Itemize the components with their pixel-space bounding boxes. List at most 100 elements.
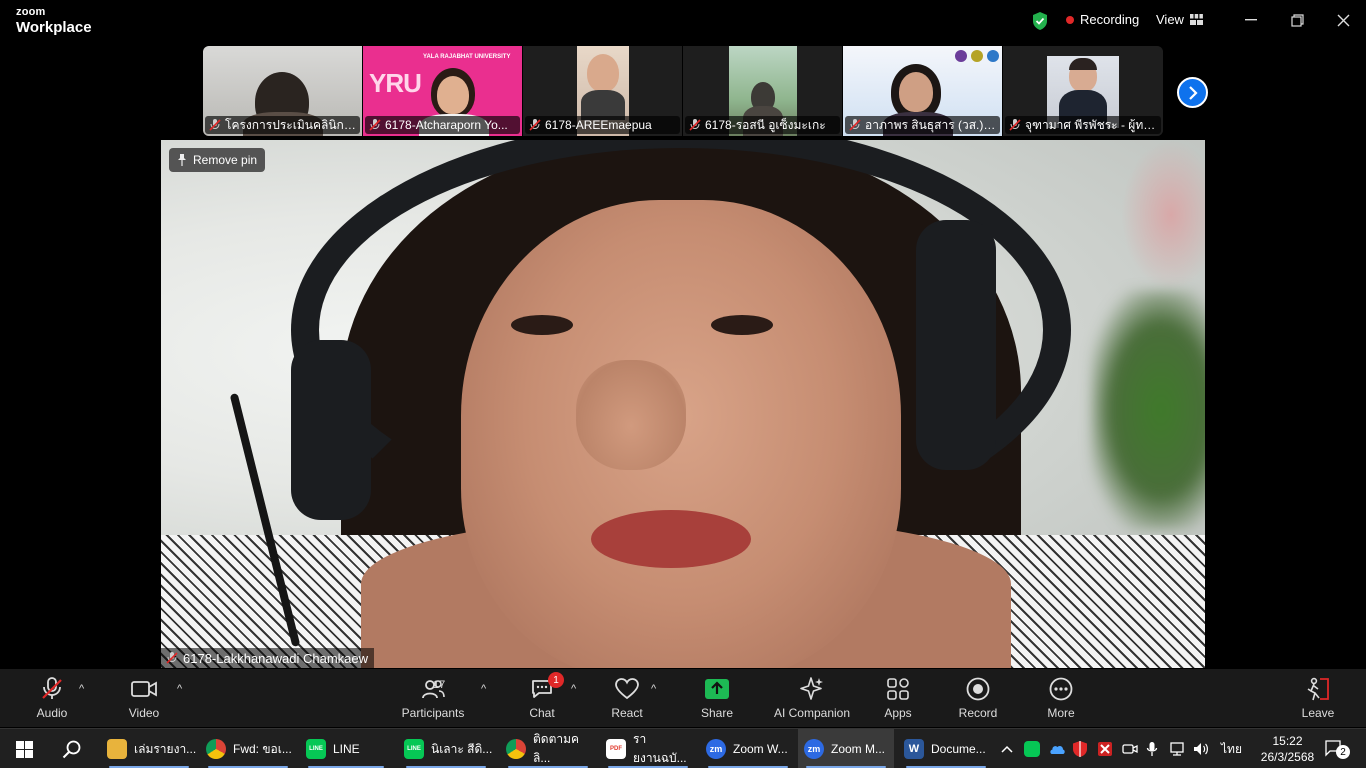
active-speaker-video[interactable]: Remove pin 6178-Lakkhanawadi Chamkaew — [161, 140, 1205, 668]
clock-date: 26/3/2568 — [1260, 750, 1315, 764]
line-icon: LINE — [404, 739, 424, 759]
record-icon — [966, 677, 990, 701]
participant-name: อาภาพร สินธุสาร (วส.)-... — [865, 117, 997, 132]
encryption-shield-icon[interactable] — [1031, 11, 1049, 31]
pdf-icon: PDF — [606, 739, 626, 759]
participant-gallery-strip: โครงการประเมินคลินิกเทค... YALA RAJABHAT… — [203, 46, 1163, 136]
network-icon[interactable] — [1168, 729, 1186, 768]
more-button[interactable]: More — [1016, 675, 1106, 720]
chrome-icon — [506, 739, 526, 759]
taskbar-item[interactable]: ติดตามคลิ... — [500, 729, 596, 768]
taskbar-item-label: Docume... — [931, 742, 986, 756]
clock-time: 15:22 — [1272, 734, 1303, 748]
participant-name: 6178-รอสนี อูเซ็งมะเกะ — [705, 117, 826, 132]
recording-indicator[interactable]: Recording — [1066, 12, 1139, 27]
participant-tile[interactable]: YALA RAJABHAT UNIVERSITY YRU 6178-Atchar… — [363, 46, 523, 136]
react-button[interactable]: React — [582, 675, 672, 720]
meeting-toolbar: Audio ^ Video ^ 17 Participants ^ 1 Chat… — [0, 669, 1366, 727]
participants-options-caret[interactable]: ^ — [481, 683, 486, 695]
next-page-button[interactable] — [1177, 77, 1208, 108]
background-blur — [1091, 290, 1205, 530]
participant-name-label: โครงการประเมินคลินิกเทค... — [205, 116, 360, 134]
speaker-name-label: 6178-Lakkhanawadi Chamkaew — [161, 648, 375, 668]
video-camera-icon — [131, 681, 157, 697]
view-button[interactable]: View — [1156, 12, 1203, 27]
antivirus-icon[interactable] — [1097, 729, 1113, 768]
ai-companion-button[interactable]: AI Companion — [762, 675, 862, 720]
taskbar-item[interactable]: เล่มรายงา... — [101, 729, 197, 768]
participant-tile[interactable]: อาภาพร สินธุสาร (วส.)-... — [843, 46, 1003, 136]
participant-tile[interactable]: จุฑามาศ พีรพัชระ - ผู้ทร... — [1003, 46, 1163, 136]
audio-button[interactable]: Audio — [7, 675, 97, 720]
taskbar-item-label: รายงานฉบั... — [633, 732, 687, 765]
taskbar-item[interactable]: LINE นิเลาะ สีดิ... — [398, 729, 494, 768]
taskbar-item-label: เล่มรายงา... — [134, 741, 197, 756]
title-bar: zoom Workplace Recording View — [0, 0, 1366, 42]
close-icon[interactable] — [1333, 10, 1353, 30]
participant-tile[interactable]: โครงการประเมินคลินิกเทค... — [203, 46, 363, 136]
participant-face — [437, 76, 469, 114]
search-button[interactable] — [56, 729, 88, 768]
speaker-name: 6178-Lakkhanawadi Chamkaew — [183, 650, 369, 666]
brand-bottom: Workplace — [16, 19, 92, 36]
windows-taskbar: เล่มรายงา... Fwd: ขอเ... LINE LINE LINE … — [0, 728, 1366, 768]
microphone-tray-icon[interactable] — [1146, 729, 1158, 768]
minimize-icon[interactable] — [1241, 10, 1261, 30]
grid-view-icon — [1189, 14, 1203, 25]
leave-icon — [1307, 677, 1329, 701]
more-label: More — [1047, 706, 1075, 720]
video-options-caret[interactable]: ^ — [177, 683, 182, 695]
muted-mic-icon — [166, 652, 178, 664]
participant-tile[interactable]: 6178-AREEmaepua — [523, 46, 683, 136]
taskbar-item[interactable]: PDF รายงานฉบั... — [600, 729, 696, 768]
onedrive-icon[interactable] — [1048, 729, 1066, 768]
taskbar-item[interactable]: LINE LINE — [300, 729, 392, 768]
start-button[interactable] — [8, 729, 40, 768]
taskbar-item-label: Zoom M... — [831, 742, 886, 756]
remove-pin-button[interactable]: Remove pin — [169, 148, 266, 172]
participants-button[interactable]: 17 Participants — [388, 675, 478, 720]
chat-options-caret[interactable]: ^ — [571, 683, 576, 695]
taskbar-item[interactable]: W Docume... — [898, 729, 994, 768]
participant-tile[interactable]: 6178-รอสนี อูเซ็งมะเกะ — [683, 46, 843, 136]
react-options-caret[interactable]: ^ — [651, 683, 656, 695]
participant-face — [587, 54, 619, 92]
line-tray-icon[interactable] — [1024, 729, 1040, 768]
taskbar-item-active[interactable]: zm Zoom M... — [798, 729, 894, 768]
speaker-nose — [576, 360, 686, 470]
system-clock[interactable]: 15:22 26/3/2568 — [1260, 733, 1315, 765]
record-label: Record — [958, 706, 998, 720]
language-indicator[interactable]: ไทย — [1221, 729, 1242, 768]
volume-icon[interactable] — [1192, 729, 1210, 768]
share-button[interactable]: Share — [672, 675, 762, 720]
notification-center-button[interactable]: 2 — [1324, 729, 1350, 768]
camera-tray-icon[interactable] — [1122, 729, 1138, 768]
apps-button[interactable]: Apps — [853, 675, 943, 720]
muted-mic-icon — [849, 119, 861, 131]
security-shield-icon[interactable] — [1072, 729, 1088, 768]
record-button[interactable]: Record — [933, 675, 1023, 720]
muted-microphone-icon — [42, 677, 62, 699]
taskbar-item[interactable]: Fwd: ขอเ... — [200, 729, 296, 768]
speaker-eye-right — [711, 315, 773, 335]
participant-name-label: 6178-Atcharaporn Yo... — [365, 116, 520, 134]
chat-button[interactable]: 1 Chat — [497, 672, 587, 720]
view-label: View — [1156, 12, 1184, 27]
taskbar-item[interactable]: zm Zoom W... — [700, 729, 796, 768]
participant-name-label: อาภาพร สินธุสาร (วส.)-... — [845, 116, 1000, 134]
restore-icon[interactable] — [1287, 10, 1307, 30]
audio-options-caret[interactable]: ^ — [79, 683, 84, 695]
share-screen-icon — [705, 679, 729, 699]
audio-label: Audio — [36, 706, 68, 720]
leave-button[interactable]: Leave — [1273, 675, 1363, 720]
speaker-lips — [591, 510, 751, 568]
sparkle-icon — [800, 677, 823, 700]
language-label: ไทย — [1221, 741, 1242, 756]
tray-overflow-icon[interactable] — [1001, 729, 1017, 768]
muted-mic-icon — [369, 119, 381, 131]
taskbar-item-label: นิเลาะ สีดิ... — [431, 741, 493, 756]
video-button[interactable]: Video — [99, 675, 189, 720]
participant-name: 6178-Atcharaporn Yo... — [385, 118, 508, 132]
recording-dot-icon — [1066, 15, 1074, 24]
logo-icon — [955, 50, 967, 62]
